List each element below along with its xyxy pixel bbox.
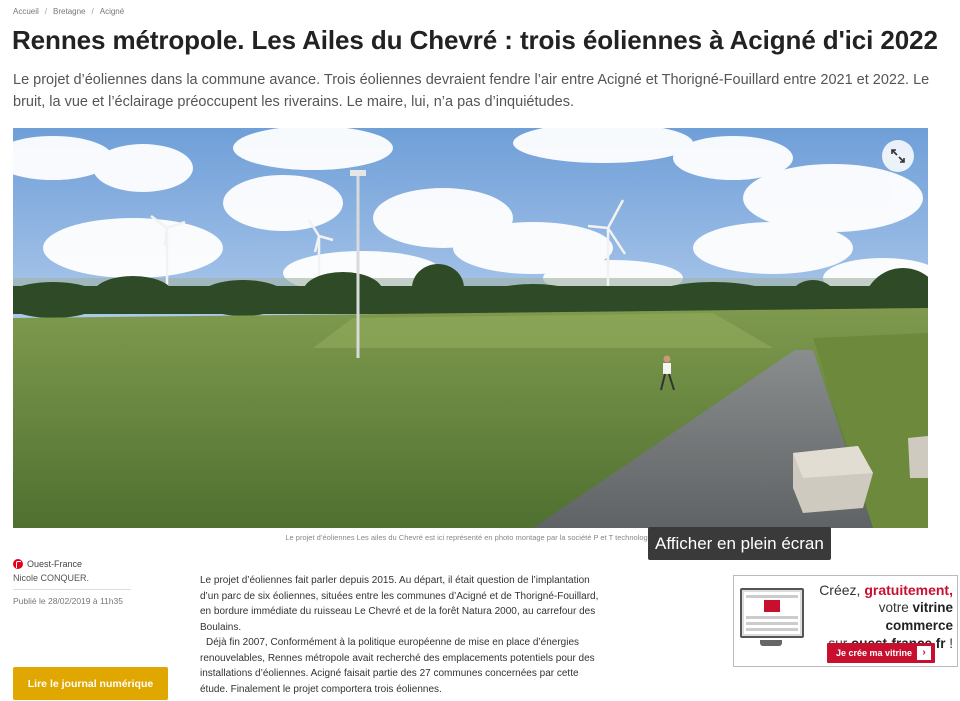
fullscreen-tooltip: Afficher en plein écran: [648, 527, 831, 560]
ad-line3-end: !: [945, 636, 953, 651]
expand-button[interactable]: [882, 140, 914, 172]
hero-image[interactable]: [13, 128, 928, 528]
landscape-photo: [13, 128, 928, 528]
article-lead: Le projet d’éoliennes dans la commune av…: [13, 72, 930, 110]
ad-line1-plain: Créez,: [819, 582, 865, 598]
article-paragraph: Déjà fin 2007, Conformément à la politiq…: [200, 637, 595, 695]
breadcrumb-separator: /: [91, 7, 94, 16]
ad-line1-red: gratuitement,: [864, 582, 953, 598]
computer-icon: [740, 588, 804, 638]
breadcrumb: Accueil / Bretagne / Acigné: [13, 7, 124, 16]
ouest-france-logo: [13, 559, 23, 569]
breadcrumb-bretagne[interactable]: Bretagne: [53, 7, 85, 16]
breadcrumb-separator: /: [44, 7, 48, 16]
computer-stand: [760, 640, 782, 646]
author: Nicole CONQUER.: [13, 573, 131, 590]
ad-cta-label: Je crée ma vitrine: [836, 648, 913, 658]
article-meta: Ouest-France Nicole CONQUER. Publié le 2…: [13, 559, 131, 606]
page-title: Rennes métropole. Les Ailes du Chevré : …: [12, 25, 938, 55]
chevron-right-icon: ›: [917, 646, 931, 660]
article-paragraph: Le projet d’éoliennes fait parler depuis…: [200, 575, 599, 633]
expand-icon: [891, 149, 905, 163]
ad-cta-button[interactable]: Je crée ma vitrine ›: [827, 643, 935, 663]
ad-vitrine[interactable]: Créez, gratuitement, votre vitrine comme…: [733, 575, 958, 667]
breadcrumb-accueil[interactable]: Accueil: [13, 7, 39, 16]
read-journal-button[interactable]: Lire le journal numérique: [13, 667, 168, 700]
published-date: Publié le 28/02/2019 à 11h35: [13, 596, 123, 606]
article-body: Le projet d’éoliennes fait parler depuis…: [200, 573, 605, 697]
source: Ouest-France: [13, 559, 131, 569]
ad-line2-plain: votre: [878, 600, 913, 615]
source-name: Ouest-France: [27, 559, 83, 569]
breadcrumb-acigne[interactable]: Acigné: [100, 7, 124, 16]
